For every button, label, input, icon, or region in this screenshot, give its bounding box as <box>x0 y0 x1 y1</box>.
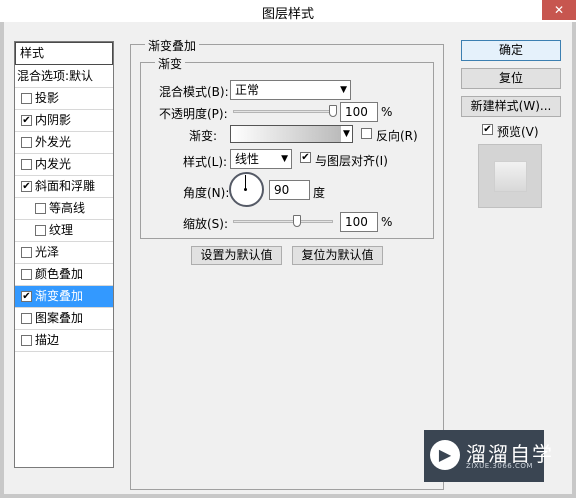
window-frame-right <box>572 22 576 498</box>
checkbox-stroke[interactable] <box>21 335 32 346</box>
chevron-down-icon: ▼ <box>340 85 347 95</box>
list-item-drop-shadow[interactable]: 投影 <box>15 88 113 110</box>
watermark-url: ZIXUE.3066.COM <box>466 462 533 470</box>
list-item-inner-glow[interactable]: 内发光 <box>15 154 113 176</box>
preview-checkbox[interactable]: ✔ <box>482 124 493 135</box>
scale-unit: % <box>381 215 393 229</box>
blend-mode-select[interactable]: 正常 ▼ <box>230 80 351 100</box>
angle-label: 角度(N): <box>183 186 230 200</box>
checkbox-color-overlay[interactable] <box>21 269 32 280</box>
checkbox-inner-shadow[interactable]: ✔ <box>21 115 32 126</box>
list-item-contour[interactable]: 等高线 <box>15 198 113 220</box>
scale-slider[interactable] <box>233 220 333 223</box>
style-select[interactable]: 线性 ▼ <box>230 149 292 169</box>
scale-slider-thumb[interactable] <box>292 215 301 227</box>
preview-swatch <box>494 161 527 192</box>
align-layer-checkbox[interactable]: ✔ <box>300 152 311 163</box>
list-item-pattern-overlay[interactable]: 图案叠加 <box>15 308 113 330</box>
checkbox-satin[interactable] <box>21 247 32 258</box>
style-label: 样式(L): <box>183 155 228 169</box>
checkbox-bevel-emboss[interactable]: ✔ <box>21 181 32 192</box>
reverse-checkbox[interactable] <box>361 128 372 139</box>
angle-needle <box>245 175 246 189</box>
checkbox-pattern-overlay[interactable] <box>21 313 32 324</box>
window-frame-left <box>0 22 4 498</box>
list-item-inner-shadow[interactable]: ✔ 内阴影 <box>15 110 113 132</box>
set-default-button[interactable]: 设置为默认值 <box>191 246 282 265</box>
reset-default-button[interactable]: 复位为默认值 <box>292 246 383 265</box>
opacity-input[interactable]: 100 <box>340 102 378 122</box>
gradient-label: 渐变: <box>189 129 218 143</box>
angle-unit: 度 <box>313 186 326 200</box>
window-frame-bottom <box>0 494 576 498</box>
style-list: 样式 混合选项:默认 投影 ✔ 内阴影 外发光 内发光 ✔ 斜面和浮雕 等高线 … <box>14 41 114 468</box>
checkbox-gradient-overlay[interactable]: ✔ <box>21 291 32 302</box>
checkbox-drop-shadow[interactable] <box>21 93 32 104</box>
angle-center <box>244 188 247 191</box>
list-item-blend-options[interactable]: 混合选项:默认 <box>15 66 113 88</box>
list-item-texture[interactable]: 纹理 <box>15 220 113 242</box>
reset-button[interactable]: 复位 <box>461 68 561 89</box>
blend-mode-label: 混合模式(B): <box>159 85 229 99</box>
list-item-bevel-emboss[interactable]: ✔ 斜面和浮雕 <box>15 176 113 198</box>
list-item-satin[interactable]: 光泽 <box>15 242 113 264</box>
scale-input[interactable]: 100 <box>340 212 378 232</box>
gradient-overlay-title: 渐变叠加 <box>145 37 200 54</box>
list-item-gradient-overlay[interactable]: ✔ 渐变叠加 <box>15 286 113 308</box>
ok-button[interactable]: 确定 <box>461 40 561 61</box>
style-value: 线性 <box>235 152 260 166</box>
angle-input[interactable]: 90 <box>269 180 310 200</box>
reverse-label: 反向(R) <box>376 129 418 143</box>
list-item-outer-glow[interactable]: 外发光 <box>15 132 113 154</box>
gradient-swatch[interactable] <box>230 125 342 143</box>
style-list-header: 样式 <box>15 42 113 65</box>
list-item-color-overlay[interactable]: 颜色叠加 <box>15 264 113 286</box>
play-icon: ▶ <box>430 440 460 470</box>
opacity-slider-thumb[interactable] <box>329 105 337 117</box>
checkbox-texture[interactable] <box>35 225 46 236</box>
opacity-unit: % <box>381 105 393 119</box>
checkbox-outer-glow[interactable] <box>21 137 32 148</box>
list-item-stroke[interactable]: 描边 <box>15 330 113 352</box>
gradient-group-title: 渐变 <box>155 55 186 72</box>
close-button[interactable]: ✕ <box>542 0 576 20</box>
opacity-slider[interactable] <box>233 110 335 113</box>
opacity-label: 不透明度(P): <box>159 107 228 121</box>
checkbox-inner-glow[interactable] <box>21 159 32 170</box>
chevron-down-icon[interactable]: ▼ <box>341 125 353 143</box>
checkbox-contour[interactable] <box>35 203 46 214</box>
blend-mode-value: 正常 <box>235 83 260 97</box>
align-layer-label: 与图层对齐(I) <box>315 154 388 168</box>
preview-label: 预览(V) <box>497 125 539 139</box>
window-title: 图层样式 <box>261 7 314 22</box>
new-style-button[interactable]: 新建样式(W)... <box>461 96 561 117</box>
scale-label: 缩放(S): <box>183 217 229 231</box>
chevron-down-icon: ▼ <box>281 154 288 164</box>
